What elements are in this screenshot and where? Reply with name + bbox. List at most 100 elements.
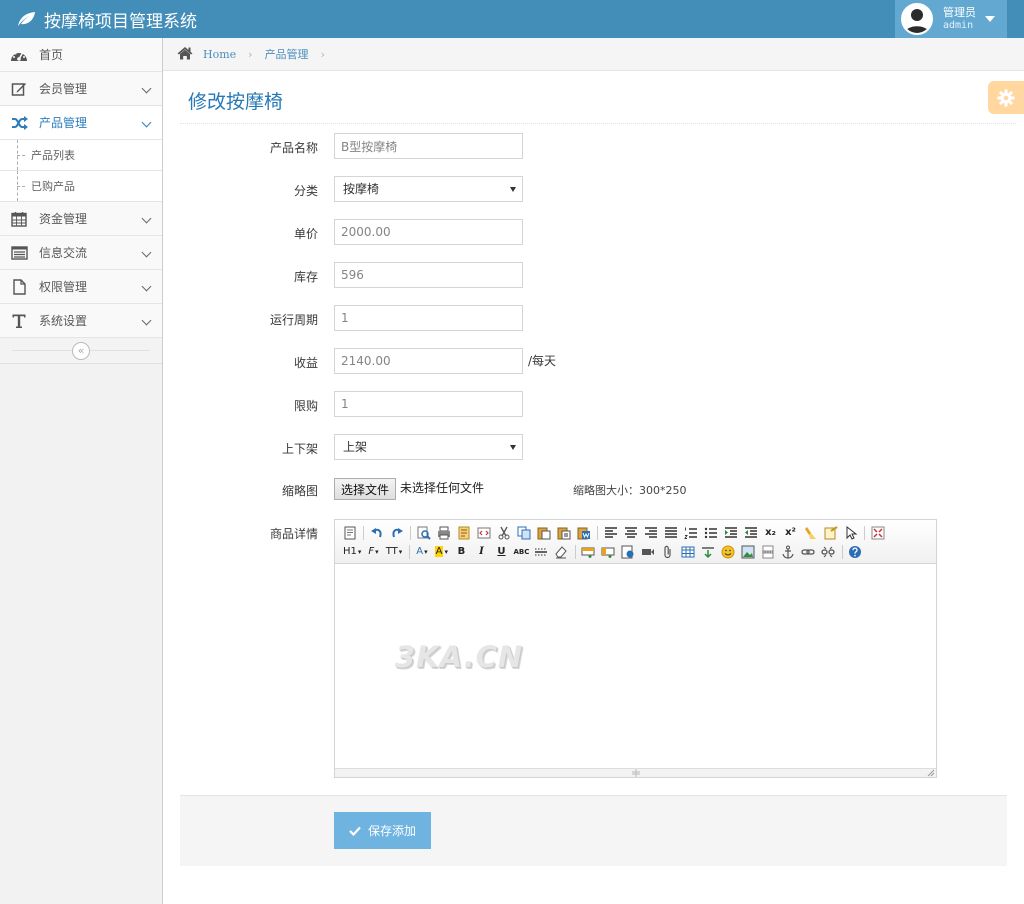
preview-icon[interactable] — [415, 524, 432, 541]
breadcrumb-current-link[interactable]: 产品管理 — [265, 46, 309, 62]
video-icon[interactable] — [640, 543, 657, 560]
indent-icon[interactable] — [722, 524, 739, 541]
sidebar-subitem-purchased[interactable]: 已购产品 — [0, 171, 162, 202]
insert-row-icon[interactable] — [580, 543, 597, 560]
fullscreen-icon[interactable] — [869, 524, 886, 541]
underline-icon[interactable]: U — [493, 543, 510, 560]
sidebar-item-home[interactable]: 首页 — [0, 38, 162, 72]
user-role: 管理员 — [943, 6, 976, 19]
subscript-icon[interactable]: x₂ — [762, 524, 779, 541]
unordered-list-icon[interactable] — [702, 524, 719, 541]
sidebar-item-label: 会员管理 — [39, 82, 88, 96]
attachment-icon[interactable] — [660, 543, 677, 560]
copy-icon[interactable] — [515, 524, 532, 541]
ordered-list-icon[interactable] — [682, 524, 699, 541]
save-button[interactable]: 保存添加 — [334, 812, 431, 849]
sidebar-item-messages[interactable]: 信息交流 — [0, 236, 162, 270]
stock-input[interactable] — [334, 262, 523, 288]
breadcrumb-home-link[interactable]: Home — [203, 48, 236, 61]
source-code-icon[interactable] — [341, 524, 358, 541]
horizontal-rule-icon[interactable] — [533, 543, 550, 560]
chevron-down-icon — [141, 83, 152, 94]
page-title: 修改按摩椅 — [188, 91, 284, 113]
undo-icon[interactable] — [368, 524, 385, 541]
product-name-input[interactable] — [334, 133, 523, 159]
emoticon-icon[interactable] — [720, 543, 737, 560]
align-center-icon[interactable] — [622, 524, 639, 541]
leaf-icon — [18, 12, 35, 26]
shelf-status-select[interactable]: 上架 — [334, 434, 523, 460]
template-icon[interactable] — [455, 524, 472, 541]
choose-file-button[interactable]: 选择文件 — [334, 478, 396, 500]
bold-icon[interactable]: B — [453, 543, 470, 560]
select-all-icon[interactable] — [822, 524, 839, 541]
sidebar-subitem-product-list[interactable]: 产品列表 — [0, 140, 162, 171]
list-alt-icon — [10, 244, 28, 262]
print-icon[interactable] — [435, 524, 452, 541]
shuffle-icon — [10, 114, 28, 132]
align-left-icon[interactable] — [602, 524, 619, 541]
insert-table-icon[interactable] — [680, 543, 697, 560]
font-color-dropdown[interactable]: A ▾ — [414, 543, 429, 560]
insert-frame-icon[interactable] — [620, 543, 637, 560]
link-icon[interactable] — [800, 543, 817, 560]
sidebar-item-funds[interactable]: 资金管理 — [0, 202, 162, 236]
caret-down-icon — [985, 16, 995, 22]
price-label: 单价 — [293, 227, 318, 241]
user-menu[interactable]: 管理员 admin — [895, 0, 1007, 38]
chevron-right-icon: › — [248, 47, 253, 61]
category-select[interactable]: 按摩椅 — [334, 176, 523, 202]
collapse-sidebar-button[interactable]: « — [72, 342, 90, 360]
italic-icon[interactable]: I — [473, 543, 490, 560]
strikethrough-icon[interactable]: ABC — [513, 543, 530, 560]
sidebar-item-label: 信息交流 — [39, 246, 88, 260]
sidebar-item-members[interactable]: 会员管理 — [0, 72, 162, 106]
help-icon[interactable] — [847, 543, 864, 560]
image-icon[interactable] — [740, 543, 757, 560]
paste-word-icon[interactable] — [575, 524, 592, 541]
page-break-icon[interactable] — [760, 543, 777, 560]
sidebar-item-label: 系统设置 — [39, 314, 88, 328]
cycle-input[interactable] — [334, 305, 523, 331]
background-color-dropdown[interactable]: A ▾ — [433, 543, 450, 560]
clear-format-icon[interactable] — [802, 524, 819, 541]
price-input[interactable] — [334, 219, 523, 245]
paste-icon[interactable] — [535, 524, 552, 541]
cursor-icon[interactable] — [842, 524, 859, 541]
editor-resize-bar[interactable] — [335, 768, 936, 777]
font-size-dropdown[interactable]: TT ▾ — [384, 543, 405, 560]
income-input[interactable] — [334, 348, 523, 374]
unlink-icon[interactable] — [820, 543, 837, 560]
anchor-icon[interactable] — [780, 543, 797, 560]
user-name: admin — [943, 20, 974, 31]
watermark-text: 3KA.CN — [395, 640, 524, 674]
code-block-icon[interactable] — [475, 524, 492, 541]
font-family-dropdown[interactable]: F ▾ — [366, 543, 380, 560]
income-label: 收益 — [293, 356, 318, 370]
check-icon — [349, 826, 361, 836]
detail-label: 商品详情 — [269, 527, 318, 541]
home-icon[interactable] — [177, 46, 193, 63]
cut-icon[interactable] — [495, 524, 512, 541]
eraser-icon[interactable] — [553, 543, 570, 560]
cycle-label: 运行周期 — [269, 313, 318, 327]
redo-icon[interactable] — [388, 524, 405, 541]
outdent-icon[interactable] — [742, 524, 759, 541]
sidebar-item-products[interactable]: 产品管理 — [0, 106, 162, 140]
paste-text-icon[interactable] — [555, 524, 572, 541]
toolbar-separator — [409, 544, 411, 559]
superscript-icon[interactable]: x² — [782, 524, 799, 541]
limit-input[interactable] — [334, 391, 523, 417]
insert-paragraph-icon[interactable] — [700, 543, 717, 560]
align-justify-icon[interactable] — [662, 524, 679, 541]
sidebar-item-permissions[interactable]: 权限管理 — [0, 270, 162, 304]
app-title: 按摩椅项目管理系统 — [44, 11, 197, 32]
avatar — [901, 3, 933, 35]
brand[interactable]: 按摩椅项目管理系统 — [16, 0, 197, 38]
file-status-text: 未选择任何文件 — [400, 481, 485, 495]
align-right-icon[interactable] — [642, 524, 659, 541]
heading-dropdown[interactable]: H1 ▾ — [341, 543, 363, 560]
dashboard-icon — [10, 46, 28, 64]
insert-column-icon[interactable] — [600, 543, 617, 560]
sidebar-item-settings[interactable]: 系统设置 — [0, 304, 162, 338]
